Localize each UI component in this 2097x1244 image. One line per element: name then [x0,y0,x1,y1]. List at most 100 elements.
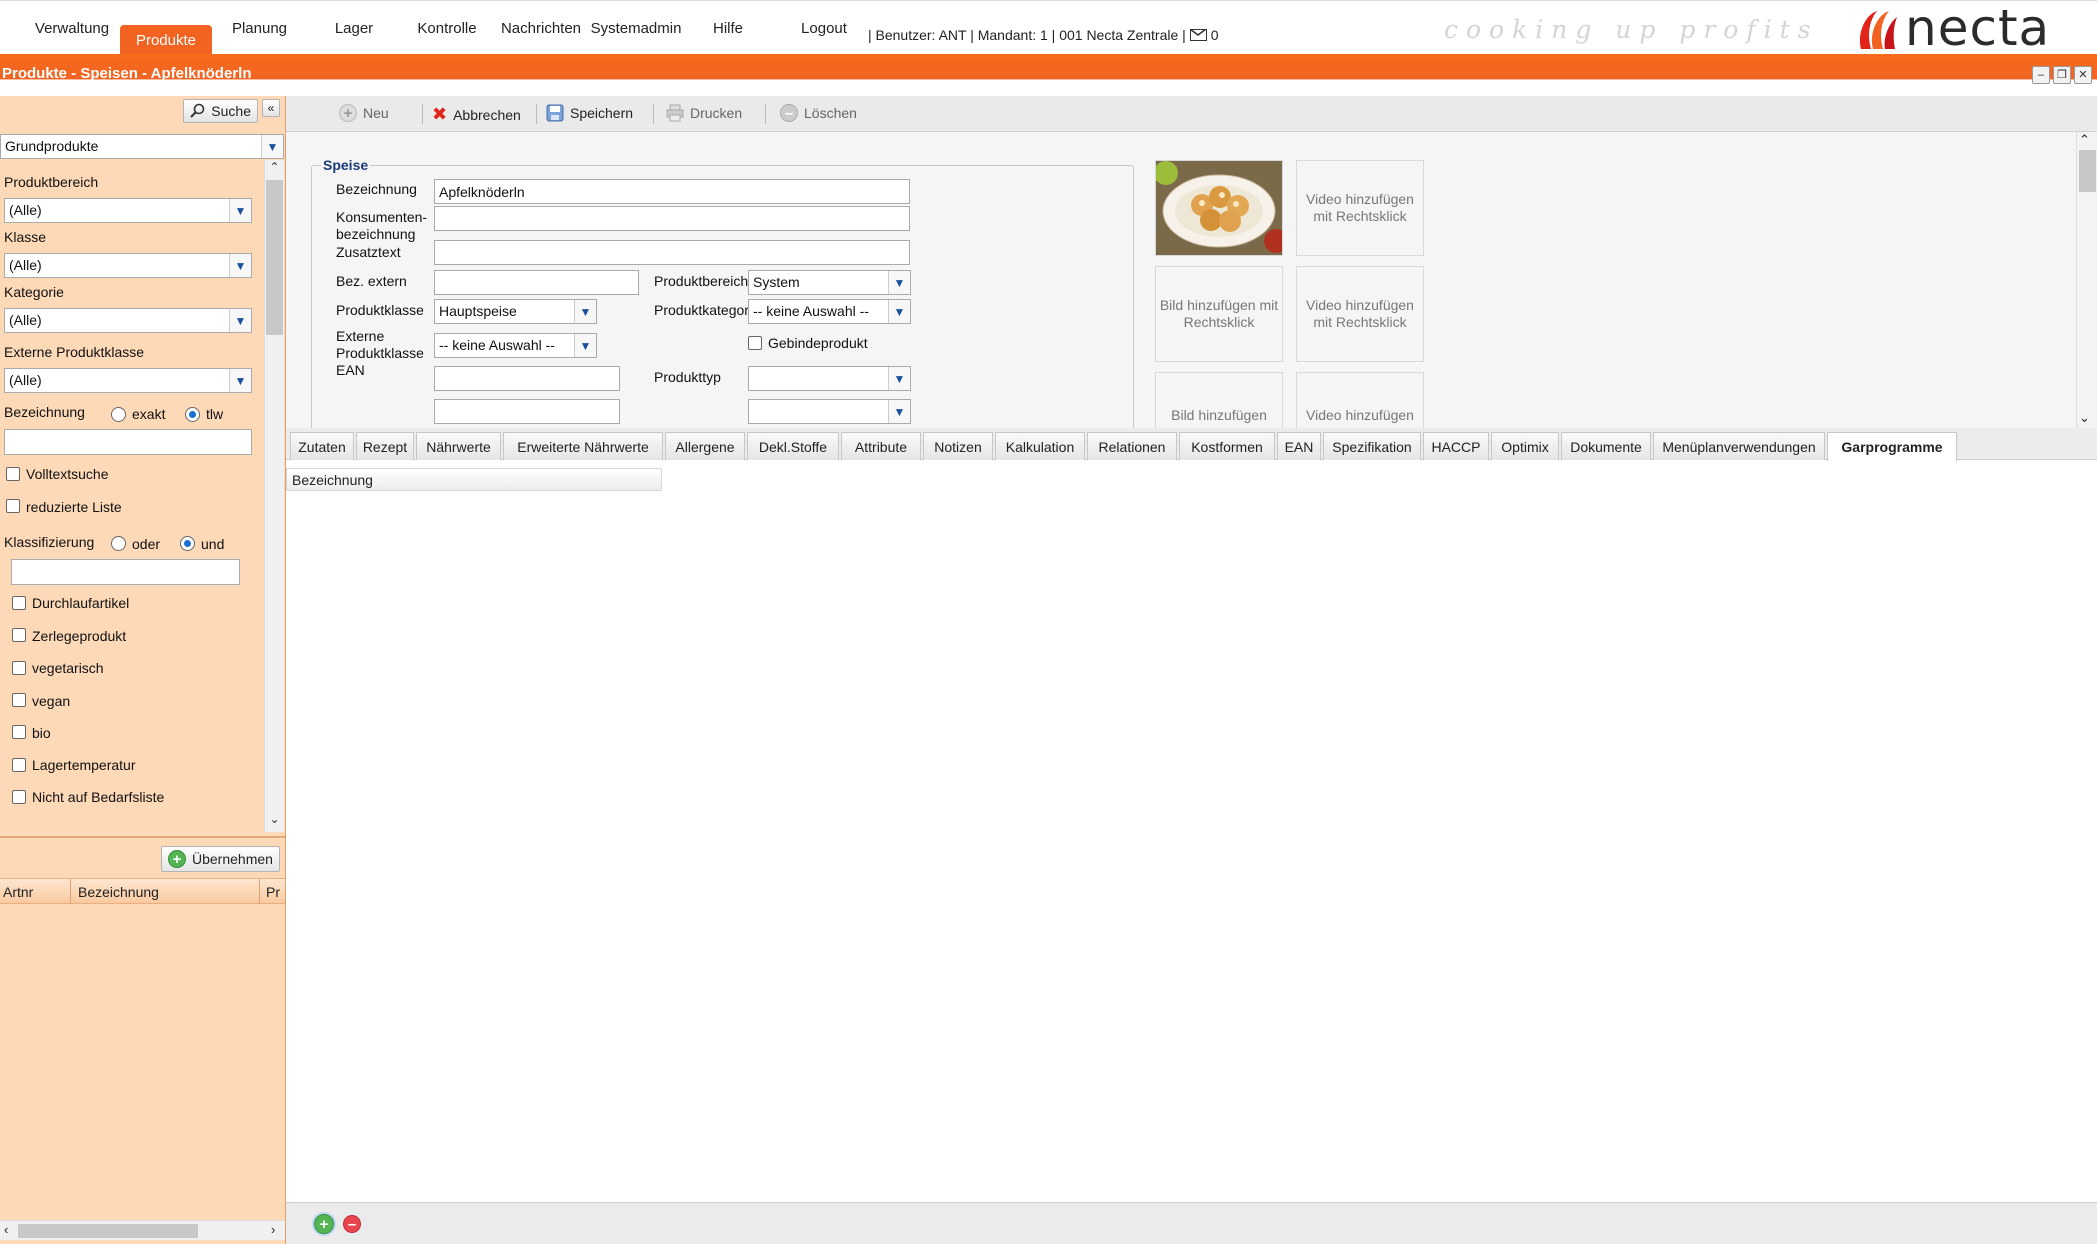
scroll-down-icon[interactable]: ⌄ [265,812,284,830]
add-row-icon[interactable]: + [314,1214,334,1234]
produktbereich-filter-select[interactable]: (Alle) ▼ [4,198,252,223]
vegan-checkbox[interactable] [12,693,26,707]
menu-systemadmin[interactable]: Systemadmin [590,1,682,55]
chevron-down-icon[interactable]: ▼ [229,199,251,222]
bezeichnung-search-input[interactable] [4,429,252,455]
ext-produktklasse-select[interactable]: -- keine Auswahl -- ▼ [434,333,597,358]
minimize-icon[interactable]: – [2032,66,2050,84]
durchlaufartikel-checkbox[interactable] [12,596,26,610]
radio-oder[interactable] [111,536,126,551]
gebindeprodukt-checkbox[interactable] [748,336,762,350]
result-list-hscrollbar[interactable]: ‹ › [0,1220,285,1240]
chevron-down-icon[interactable]: ▼ [888,271,910,294]
radio-und[interactable] [180,536,195,551]
tab-optimix[interactable]: Optimix [1491,432,1559,460]
chevron-down-icon[interactable]: ▼ [574,300,596,323]
nicht-auf-bedarfsliste-checkbox[interactable] [12,790,26,804]
tab-dekl-stoffe[interactable]: Dekl.Stoffe [747,432,839,460]
scroll-thumb[interactable] [266,180,283,335]
ext-produktklasse-filter-select[interactable]: (Alle) ▼ [4,368,252,393]
extra-input-1[interactable] [434,399,620,424]
bezeichnung-input[interactable]: Apfelknöderln [434,179,910,204]
klasse-filter-select[interactable]: (Alle) ▼ [4,253,252,278]
product-group-select[interactable]: Grundprodukte ▼ [0,134,284,159]
tab-ean[interactable]: EAN [1277,432,1321,460]
filter-scrollbar[interactable]: ⌃ ⌄ [264,160,284,832]
bez-extern-input[interactable] [434,270,639,295]
search-button[interactable]: Suche [183,99,258,123]
produkttyp-select[interactable]: ▼ [748,366,911,391]
mail-icon[interactable] [1189,29,1207,41]
reduzierte-liste-checkbox[interactable] [6,499,20,513]
chevron-down-icon[interactable]: ▼ [229,369,251,392]
message-count[interactable]: 0 [1211,27,1219,43]
menu-hilfe[interactable]: Hilfe [700,1,756,55]
produktklasse-select[interactable]: Hauptspeise ▼ [434,299,597,324]
tab-dokumente[interactable]: Dokumente [1561,432,1651,460]
col-bezeichnung[interactable]: Bezeichnung [78,884,159,900]
scroll-up-icon[interactable]: ⌃ [2079,132,2090,148]
scroll-down-icon[interactable]: ⌄ [2079,410,2090,426]
chevron-down-icon[interactable]: ▼ [229,254,251,277]
tab-naehrwerte[interactable]: Nährwerte [416,432,501,460]
col-pr[interactable]: Pr [266,884,284,900]
logout-link[interactable]: Logout [794,1,854,55]
chevron-down-icon[interactable]: ▼ [888,400,910,423]
menu-nachrichten[interactable]: Nachrichten [498,1,584,55]
menu-verwaltung[interactable]: Verwaltung [22,1,122,55]
extra-select-1[interactable]: ▼ [748,399,911,424]
tab-kalkulation[interactable]: Kalkulation [995,432,1085,460]
chevron-down-icon[interactable]: ▼ [229,309,251,332]
produktkategorie-select[interactable]: -- keine Auswahl -- ▼ [748,299,911,324]
product-photo[interactable] [1155,160,1283,256]
video-slot-1[interactable]: Video hinzufügen mit Rechtsklick [1296,160,1424,256]
menu-kontrolle[interactable]: Kontrolle [406,1,488,55]
chevron-down-icon[interactable]: ▼ [574,334,596,357]
klassifizierung-input[interactable] [11,559,240,585]
tab-rezept[interactable]: Rezept [356,432,414,460]
image-slot-2[interactable]: Bild hinzufügen mit Rechtsklick [1155,266,1283,362]
menu-lager[interactable]: Lager [320,1,388,55]
tab-zutaten[interactable]: Zutaten [290,432,354,460]
tab-relationen[interactable]: Relationen [1087,432,1177,460]
scroll-up-icon[interactable]: ⌃ [265,160,284,178]
tab-attribute[interactable]: Attribute [841,432,921,460]
uebernehmen-button[interactable]: + Übernehmen [161,846,280,872]
kategorie-filter-select[interactable]: (Alle) ▼ [4,308,252,333]
tab-garprogramme[interactable]: Garprogramme [1827,432,1957,461]
neu-button[interactable]: + Neu [339,104,389,122]
radio-tlw[interactable] [185,407,200,422]
scroll-thumb[interactable] [2079,150,2096,192]
remove-row-icon[interactable]: – [343,1215,361,1233]
collapse-panel-icon[interactable]: « [262,99,280,117]
tab-spezifikation[interactable]: Spezifikation [1323,432,1421,460]
loeschen-button[interactable]: – Löschen [780,104,857,122]
abbrechen-button[interactable]: ✖ Abbrechen [432,104,521,125]
vegetarisch-checkbox[interactable] [12,661,26,675]
tab-notizen[interactable]: Notizen [923,432,993,460]
produktbereich-select[interactable]: System ▼ [748,270,911,295]
chevron-down-icon[interactable]: ▼ [888,300,910,323]
tab-allergene[interactable]: Allergene [665,432,745,460]
lagertemperatur-checkbox[interactable] [12,758,26,772]
zerlegeprodukt-checkbox[interactable] [12,628,26,642]
menu-produkte[interactable]: Produkte [120,25,212,55]
restore-icon[interactable]: ❐ [2053,66,2071,84]
speichern-button[interactable]: Speichern [546,104,633,122]
tab-haccp[interactable]: HACCP [1423,432,1489,460]
form-scrollbar[interactable]: ⌃ ⌄ [2076,132,2097,428]
menu-planung[interactable]: Planung [222,1,297,55]
close-icon[interactable]: ✕ [2074,66,2092,84]
ean-input[interactable] [434,366,620,391]
chevron-down-icon[interactable]: ▼ [261,135,283,158]
image-slot-3[interactable]: Bild hinzufügen [1155,372,1283,428]
video-slot-2[interactable]: Video hinzufügen mit Rechtsklick [1296,266,1424,362]
scroll-left-icon[interactable]: ‹ [4,1222,8,1237]
col-artnr[interactable]: Artnr [3,884,33,900]
drucken-button[interactable]: Drucken [666,104,742,122]
bio-checkbox[interactable] [12,725,26,739]
col-bezeichnung[interactable]: Bezeichnung [292,472,373,488]
radio-exakt[interactable] [111,407,126,422]
chevron-down-icon[interactable]: ▼ [888,367,910,390]
konsumentenbezeichnung-input[interactable] [434,206,910,231]
